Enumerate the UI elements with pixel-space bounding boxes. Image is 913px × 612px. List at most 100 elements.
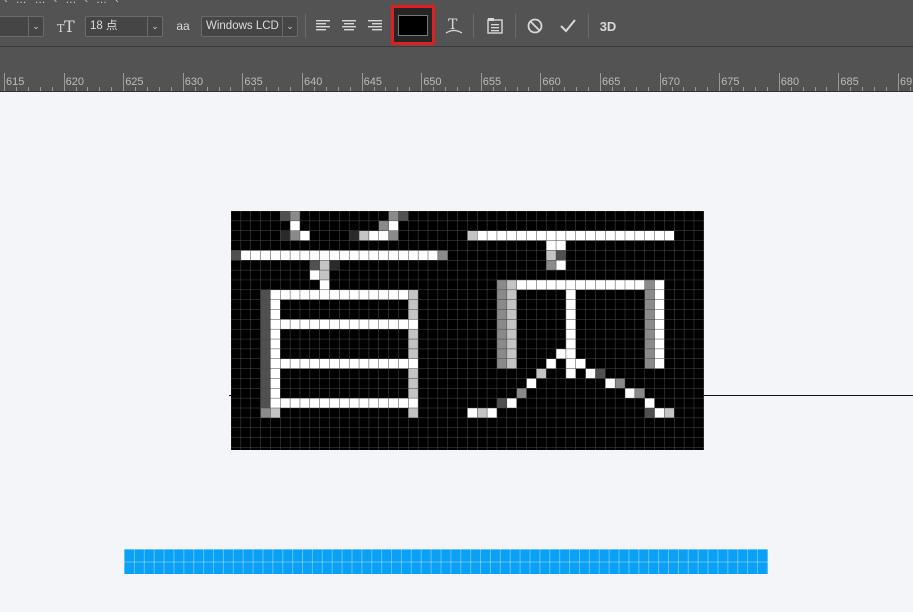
chevron-down-icon: ⌄: [28, 17, 43, 36]
chevron-down-icon: ⌄: [147, 17, 162, 36]
cancel-icon: [527, 18, 543, 34]
font-size-value: 18 点: [90, 20, 118, 32]
separator: [515, 14, 516, 38]
ruler-minor-tick: [862, 87, 864, 91]
warp-text-button[interactable]: T: [443, 14, 465, 38]
ruler-label: 630: [184, 76, 204, 88]
ruler-minor-tick: [528, 87, 530, 91]
ruler-minor-tick: [409, 87, 411, 91]
ruler-minor-tick: [874, 87, 876, 91]
align-left-button[interactable]: [312, 14, 334, 38]
checkmark-icon: [560, 19, 576, 33]
3d-button[interactable]: 3D: [596, 14, 620, 38]
ruler-label: 660: [542, 76, 561, 88]
ruler-minor-tick: [87, 87, 89, 91]
menu-strip: ‹ … … ‹ … ‹ … ‹: [0, 0, 913, 5]
ruler-minor-tick: [468, 87, 470, 91]
ruler-minor-tick: [158, 87, 160, 91]
ruler-label: 650: [423, 76, 442, 88]
anti-alias-icon: aa: [176, 19, 190, 33]
anti-alias-dropdown[interactable]: Windows LCD ⌄: [201, 16, 298, 37]
ruler-minor-tick: [647, 87, 649, 91]
menu-fragment: ‹: [54, 0, 58, 5]
font-size-icon: T T: [55, 14, 79, 38]
ruler-minor-tick: [51, 87, 53, 91]
align-left-icon: [316, 20, 330, 31]
text-color-fill: [398, 14, 428, 36]
align-center-icon: [342, 20, 356, 31]
ruler-minor-tick: [337, 87, 339, 91]
cancel-button[interactable]: [523, 14, 547, 38]
separator: [588, 14, 589, 38]
ruler-label: 640: [304, 76, 323, 88]
ruler-minor-tick: [278, 87, 280, 91]
ruler-minor-tick: [147, 87, 149, 91]
pixel-text-block: [230, 210, 705, 450]
ruler-label: 680: [780, 76, 800, 88]
menu-fragment: ‹: [115, 0, 119, 5]
svg-text:T: T: [64, 17, 75, 35]
ruler-minor-tick: [564, 87, 566, 91]
ruler-tick: [898, 73, 899, 91]
ruler-minor-tick: [504, 87, 506, 91]
ruler-tick: [480, 73, 482, 91]
ruler-minor-tick: [290, 87, 292, 91]
ruler-label: 685: [840, 76, 859, 88]
ruler-minor-tick: [695, 87, 697, 91]
ruler-minor-tick: [707, 87, 709, 91]
menu-fragment: …: [16, 0, 27, 5]
ruler-minor-tick: [445, 87, 447, 91]
ruler-label: 625: [125, 76, 144, 88]
separator: [473, 14, 474, 38]
document-tab-area: [0, 47, 913, 73]
ruler-minor-tick: [218, 87, 220, 91]
ruler-minor-tick: [802, 87, 804, 91]
ruler-tick: [123, 73, 125, 91]
ruler-minor-tick: [397, 87, 399, 91]
ruler-tick: [182, 73, 184, 91]
character-panel-button[interactable]: [483, 14, 507, 38]
commit-button[interactable]: [556, 14, 580, 38]
ruler-label: 620: [65, 76, 84, 88]
ruler-tick: [63, 73, 65, 91]
align-center-button[interactable]: [338, 14, 360, 38]
ruler-tick: [600, 73, 601, 91]
ruler-minor-tick: [886, 87, 888, 91]
ruler-label: 655: [482, 76, 502, 88]
ruler-label: 675: [721, 76, 740, 88]
menu-fragment: …: [35, 0, 46, 5]
menu-fragment: …: [96, 0, 107, 5]
ruler-label: 670: [661, 76, 680, 88]
ruler-minor-tick: [754, 87, 756, 91]
ruler-minor-tick: [814, 87, 816, 91]
ruler-minor-tick: [39, 87, 41, 91]
font-style-dropdown[interactable]: ⌄: [0, 16, 44, 37]
ruler-tick: [302, 73, 303, 91]
ruler-tick: [838, 73, 840, 91]
anti-alias-value: Windows LCD: [206, 20, 279, 32]
horizontal-ruler: 615 620 625 630 635 640 645 650 655 660 665 670 675 6…: [0, 73, 913, 92]
ruler-minor-tick: [266, 87, 268, 91]
ruler-minor-tick: [170, 87, 172, 91]
align-right-icon: [368, 20, 382, 31]
text-color-swatch[interactable]: [391, 5, 435, 45]
pixel-grid: [230, 210, 705, 450]
ruler-tick: [421, 73, 423, 91]
selection-bar: [124, 549, 768, 574]
font-size-dropdown[interactable]: 18 点 ⌄: [85, 16, 163, 37]
ruler-minor-tick: [588, 87, 590, 91]
panel-icon: [487, 18, 503, 34]
ruler-tick: [242, 73, 244, 91]
menu-fragment: ‹: [4, 0, 8, 5]
ruler-minor-tick: [206, 87, 208, 91]
align-right-button[interactable]: [364, 14, 386, 38]
ruler-label: 69: [900, 76, 913, 88]
ruler-minor-tick: [826, 87, 828, 91]
ruler-minor-tick: [349, 87, 351, 91]
chevron-down-icon: ⌄: [282, 17, 297, 36]
ruler-minor-tick: [456, 87, 458, 91]
ruler-minor-tick: [516, 87, 518, 91]
ruler-label: 635: [244, 76, 263, 88]
pixel-text-svg: [230, 210, 705, 450]
ruler-tick: [719, 73, 721, 91]
